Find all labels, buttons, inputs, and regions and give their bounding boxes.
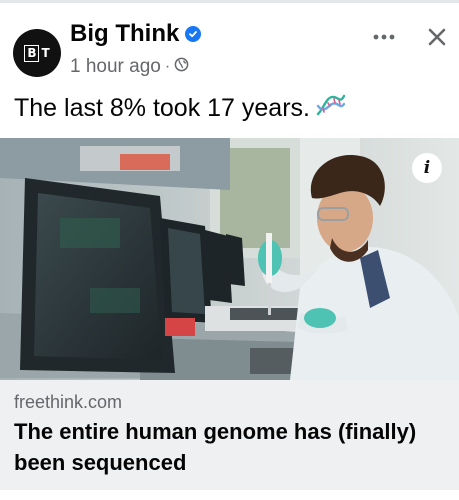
big-think-logo: BT bbox=[24, 44, 50, 62]
page-name-row: Big Think bbox=[70, 20, 202, 48]
more-options-button[interactable] bbox=[370, 26, 398, 48]
globe-icon bbox=[174, 56, 189, 78]
link-preview-card[interactable]: freethink.com The entire human genome ha… bbox=[0, 380, 459, 490]
link-domain: freethink.com bbox=[14, 392, 123, 412]
page-name[interactable]: Big Think bbox=[70, 20, 179, 48]
post-caption: The last 8% took 17 years. bbox=[14, 94, 346, 123]
more-dots-icon bbox=[373, 34, 395, 40]
verified-badge-icon bbox=[185, 26, 202, 42]
post-meta: 1 hour ago · bbox=[70, 56, 189, 78]
meta-separator: · bbox=[164, 58, 171, 75]
image-info-button[interactable]: i bbox=[412, 153, 442, 183]
link-headline[interactable]: The entire human genome has (finally) be… bbox=[14, 416, 449, 478]
post-timestamp[interactable]: 1 hour ago bbox=[70, 56, 161, 78]
post-image[interactable] bbox=[0, 138, 459, 380]
scientist-pipetting-in-lab-photo bbox=[0, 138, 459, 380]
bottom-spacer bbox=[0, 490, 459, 500]
info-icon: i bbox=[423, 158, 431, 178]
post-header: BT Big Think 1 hour ago · bbox=[0, 12, 459, 82]
top-divider bbox=[0, 0, 459, 3]
dna-icon bbox=[316, 94, 346, 123]
close-icon bbox=[428, 28, 446, 46]
page-avatar[interactable]: BT bbox=[13, 29, 61, 77]
close-button[interactable] bbox=[424, 24, 450, 50]
caption-text: The last 8% took 17 years. bbox=[14, 94, 310, 122]
